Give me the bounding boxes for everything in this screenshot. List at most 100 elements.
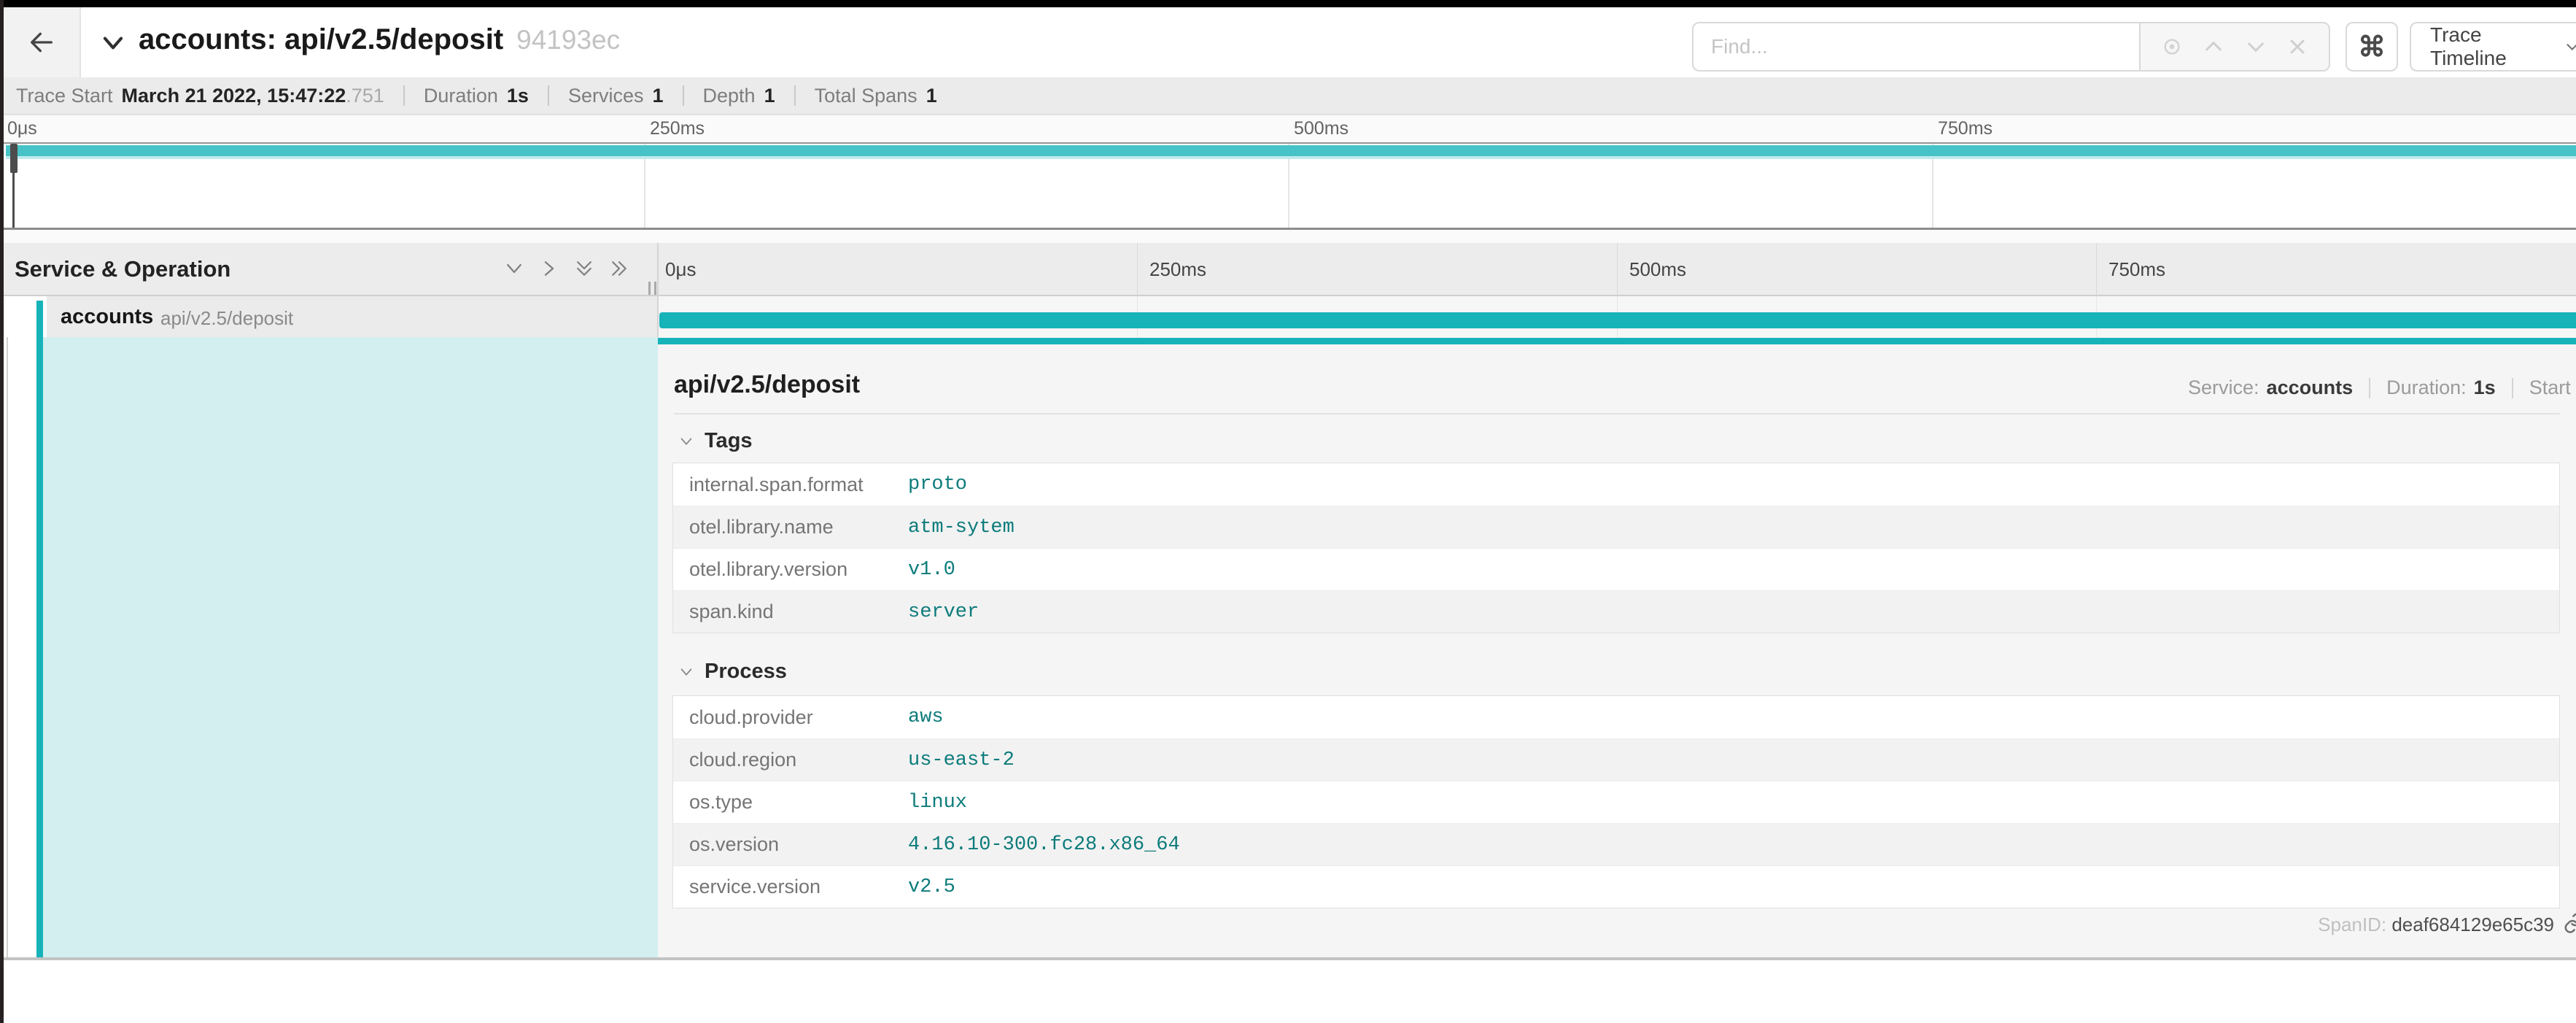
depth-value: 1 xyxy=(764,85,775,107)
timeline-header: Service & Operation 0μs 250ms 500ms 750m… xyxy=(0,243,2576,296)
span-id-value: deaf684129e65c39 xyxy=(2391,914,2554,935)
timeline-tick: 500ms xyxy=(1629,258,1686,281)
minimap-tick: 250ms xyxy=(650,118,705,139)
tag-key: internal.span.format xyxy=(673,474,908,496)
tag-value: proto xyxy=(908,474,967,495)
trace-view-select[interactable]: Trace Timeline xyxy=(2410,22,2576,72)
tag-value: v1.0 xyxy=(908,559,955,581)
span-tree-indent-guide xyxy=(7,337,8,957)
timeline-gridline xyxy=(1617,243,1618,295)
services-label: Services xyxy=(568,85,644,107)
collapse-all-icon[interactable] xyxy=(573,258,595,279)
divider xyxy=(548,85,549,106)
total-spans-label: Total Spans xyxy=(815,85,917,107)
expand-one-icon[interactable] xyxy=(538,258,560,279)
span-row: accounts api/v2.5/deposit xyxy=(0,296,2576,337)
divider xyxy=(403,85,405,106)
span-detail-left-panel[interactable] xyxy=(43,337,658,957)
detail-divider xyxy=(674,413,2560,414)
timeline-tick: 750ms xyxy=(2108,258,2165,281)
process-value: linux xyxy=(908,792,967,814)
start-time-meta-label: Start Time: xyxy=(2529,377,2576,398)
chevron-down-icon xyxy=(2564,38,2576,55)
viewport-scrubber-handle[interactable] xyxy=(10,144,18,173)
timeline-collapse-controls xyxy=(503,258,630,279)
bottom-whitespace xyxy=(0,960,2576,1023)
table-row: otel.library.nameatm-sytem xyxy=(673,506,2559,548)
expand-all-icon[interactable] xyxy=(608,258,630,279)
window-left-edge xyxy=(0,0,4,1023)
trace-start-ms: .751 xyxy=(346,85,384,107)
table-row: otel.library.versionv1.0 xyxy=(673,548,2559,590)
divider xyxy=(794,85,796,106)
timeline-tick: 250ms xyxy=(1149,258,1206,281)
process-section-toggle[interactable]: Process xyxy=(678,660,787,684)
window-top-bar xyxy=(0,0,2576,7)
span-service-name: accounts xyxy=(61,305,153,329)
back-button[interactable] xyxy=(4,7,81,77)
trace-minimap: 0μs 250ms 500ms 750ms xyxy=(0,115,2576,243)
panel-divider xyxy=(657,243,659,337)
duration-meta-value: 1s xyxy=(2474,377,2496,398)
find-input[interactable] xyxy=(1692,22,2139,72)
keyboard-shortcuts-button[interactable]: ⌘ xyxy=(2346,22,2398,72)
tag-key: span.kind xyxy=(673,601,908,623)
table-row: os.typelinux xyxy=(673,781,2559,823)
minimap-tick: 0μs xyxy=(7,118,37,139)
service-meta-value: accounts xyxy=(2267,377,2354,398)
collapse-one-icon[interactable] xyxy=(503,258,525,279)
process-key: cloud.region xyxy=(673,749,908,771)
minimap-span-bar xyxy=(6,145,2576,156)
find-next-icon[interactable] xyxy=(2244,35,2267,58)
process-value: 4.16.10-300.fc28.x86_64 xyxy=(908,834,1180,856)
tags-section-title: Tags xyxy=(705,429,753,453)
deep-link-icon[interactable] xyxy=(2563,912,2576,934)
duration-label: Duration xyxy=(424,85,498,107)
table-row: cloud.regionus-east-2 xyxy=(673,738,2559,781)
process-key: os.version xyxy=(673,833,908,856)
process-value: v2.5 xyxy=(908,876,955,898)
duration-meta: Duration:1s xyxy=(2386,377,2496,399)
total-spans-value: 1 xyxy=(926,85,937,107)
process-section-title: Process xyxy=(705,660,787,684)
tags-section-toggle[interactable]: Tags xyxy=(678,429,753,453)
clear-find-icon[interactable] xyxy=(2286,35,2309,58)
find-prev-icon[interactable] xyxy=(2202,35,2225,58)
process-value: aws xyxy=(908,706,944,728)
table-row: internal.span.formatproto xyxy=(673,463,2559,506)
chevron-down-icon xyxy=(678,433,694,449)
trace-view-label: Trace Timeline xyxy=(2430,23,2550,70)
collapse-trace-header-icon[interactable] xyxy=(99,29,127,57)
chevron-down-icon xyxy=(678,664,694,680)
trace-id-short: 94193ec xyxy=(516,25,620,55)
minimap-tick: 500ms xyxy=(1294,118,1349,139)
span-name-cell[interactable]: accounts api/v2.5/deposit xyxy=(4,296,658,337)
span-operation-name: api/v2.5/deposit xyxy=(160,307,293,330)
divider xyxy=(683,85,684,106)
span-duration-bar[interactable] xyxy=(659,312,2576,328)
service-meta-label: Service: xyxy=(2188,377,2259,398)
process-value: us-east-2 xyxy=(908,749,1015,771)
trace-start-label: Trace Start xyxy=(16,85,113,107)
table-row: os.version4.16.10-300.fc28.x86_64 xyxy=(673,823,2559,865)
arrow-left-icon xyxy=(27,28,56,57)
minimap-canvas[interactable] xyxy=(0,142,2576,230)
command-icon: ⌘ xyxy=(2358,31,2386,63)
table-row: span.kindserver xyxy=(673,590,2559,633)
service-operation-header: Service & Operation xyxy=(15,256,230,282)
span-detail-duration-bar xyxy=(658,338,2576,344)
process-table: cloud.provideraws cloud.regionus-east-2 … xyxy=(672,695,2560,908)
trace-summary-bar: Trace Start March 21 2022, 15:47:22 .751… xyxy=(0,77,2576,115)
divider xyxy=(2369,378,2370,398)
timeline-tick: 0μs xyxy=(665,258,696,281)
timeline-gridline xyxy=(2096,243,2097,295)
span-detail-panel: api/v2.5/deposit Service:accounts Durati… xyxy=(658,337,2576,957)
focus-target-icon[interactable] xyxy=(2160,35,2184,58)
tags-table: internal.span.formatproto otel.library.n… xyxy=(672,463,2560,633)
tag-value: atm-sytem xyxy=(908,517,1015,538)
trace-name: accounts: api/v2.5/deposit xyxy=(139,23,503,55)
trace-page-header: accounts: api/v2.5/deposit 94193ec ⌘ Trac… xyxy=(0,7,2576,77)
process-key: cloud.provider xyxy=(673,706,908,729)
column-resizer[interactable] xyxy=(648,282,656,295)
service-meta: Service: accounts xyxy=(2188,377,2353,399)
